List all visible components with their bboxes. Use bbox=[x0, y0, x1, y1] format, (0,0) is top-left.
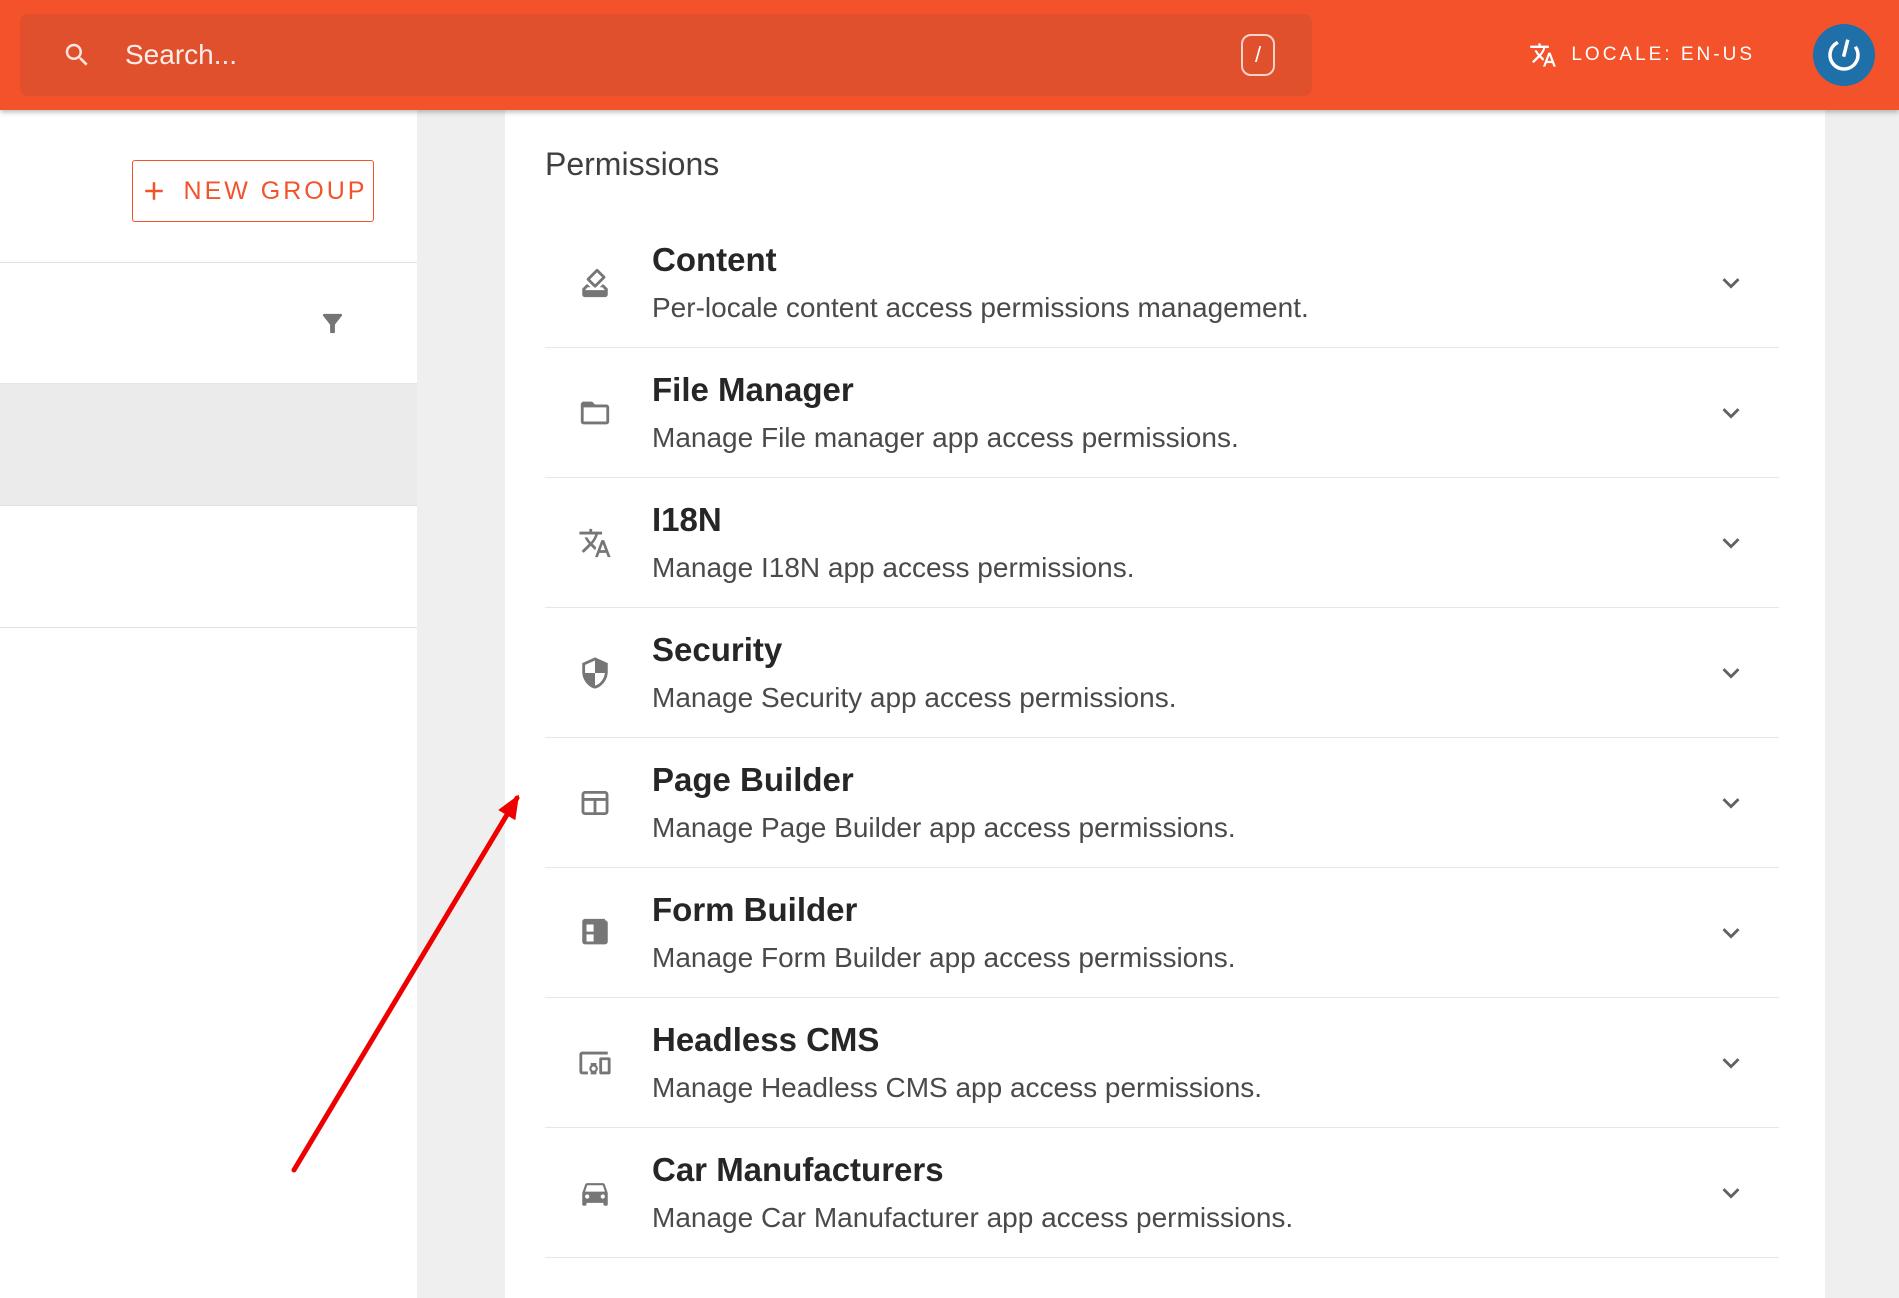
translate-icon bbox=[1529, 41, 1557, 69]
permission-description: Manage Security app access permissions. bbox=[652, 683, 1176, 714]
chevron-down-icon[interactable] bbox=[1714, 916, 1748, 950]
devices-icon bbox=[578, 1046, 612, 1080]
permission-text: Page Builder Manage Page Builder app acc… bbox=[652, 762, 1236, 844]
permissions-list: Content Per-locale content access permis… bbox=[505, 218, 1825, 1258]
security-shield-icon bbox=[578, 656, 612, 690]
translate-icon bbox=[578, 526, 612, 560]
topbar-right-group: LOCALE: EN-US bbox=[1529, 0, 1875, 110]
page-title: Permissions bbox=[505, 110, 1825, 218]
permission-section-row[interactable]: Content Per-locale content access permis… bbox=[505, 218, 1825, 348]
layout-icon bbox=[578, 786, 612, 820]
chevron-down-icon[interactable] bbox=[1714, 1176, 1748, 1210]
list-filter-bar bbox=[0, 263, 417, 384]
permission-title: Car Manufacturers bbox=[652, 1152, 1293, 1188]
permission-section-row[interactable]: Security Manage Security app access perm… bbox=[505, 608, 1825, 738]
permission-section-row[interactable]: Car Manufacturers Manage Car Manufacture… bbox=[505, 1128, 1825, 1258]
permission-text: Content Per-locale content access permis… bbox=[652, 242, 1309, 324]
permission-title: Form Builder bbox=[652, 892, 1236, 928]
permission-title: Headless CMS bbox=[652, 1022, 1262, 1058]
chevron-down-icon[interactable] bbox=[1714, 786, 1748, 820]
car-icon bbox=[578, 1176, 612, 1210]
plus-icon bbox=[139, 176, 169, 206]
sidebar-header: NEW GROUP bbox=[0, 110, 417, 263]
search-icon bbox=[62, 40, 92, 70]
permission-section-row[interactable]: File Manager Manage File manager app acc… bbox=[505, 348, 1825, 478]
permission-text: Form Builder Manage Form Builder app acc… bbox=[652, 892, 1236, 974]
permission-description: Manage I18N app access permissions. bbox=[652, 553, 1134, 584]
power-glyph-icon bbox=[1819, 30, 1870, 81]
search-input[interactable] bbox=[125, 39, 1241, 71]
chevron-down-icon[interactable] bbox=[1714, 396, 1748, 430]
ballot-icon bbox=[578, 916, 612, 950]
groups-sidebar: NEW GROUP bbox=[0, 110, 417, 1298]
permission-section-row[interactable]: I18N Manage I18N app access permissions. bbox=[505, 478, 1825, 608]
user-avatar[interactable] bbox=[1813, 24, 1875, 86]
permission-title: Security bbox=[652, 632, 1176, 668]
chevron-down-icon[interactable] bbox=[1714, 266, 1748, 300]
permission-section-row[interactable]: Page Builder Manage Page Builder app acc… bbox=[505, 738, 1825, 868]
permission-section-row[interactable]: Form Builder Manage Form Builder app acc… bbox=[505, 868, 1825, 998]
permission-text: Car Manufacturers Manage Car Manufacture… bbox=[652, 1152, 1293, 1234]
locale-menu-button[interactable]: LOCALE: EN-US bbox=[1529, 41, 1755, 69]
permission-section-row[interactable]: Headless CMS Manage Headless CMS app acc… bbox=[505, 998, 1825, 1128]
permission-title: I18N bbox=[652, 502, 1134, 538]
permission-description: Per-locale content access permissions ma… bbox=[652, 293, 1309, 324]
locale-label: LOCALE: EN-US bbox=[1571, 44, 1755, 66]
permission-text: Headless CMS Manage Headless CMS app acc… bbox=[652, 1022, 1262, 1104]
permission-title: Content bbox=[652, 242, 1309, 278]
filter-icon[interactable] bbox=[318, 309, 347, 338]
top-app-bar: / LOCALE: EN-US bbox=[0, 0, 1899, 110]
new-group-button[interactable]: NEW GROUP bbox=[132, 160, 374, 222]
permission-text: Security Manage Security app access perm… bbox=[652, 632, 1176, 714]
chevron-down-icon[interactable] bbox=[1714, 1046, 1748, 1080]
search-bar[interactable]: / bbox=[20, 14, 1312, 96]
permission-title: File Manager bbox=[652, 372, 1239, 408]
slash-shortcut-badge: / bbox=[1241, 34, 1275, 76]
permission-description: Manage File manager app access permissio… bbox=[652, 423, 1239, 454]
new-group-label: NEW GROUP bbox=[184, 177, 368, 206]
chevron-down-icon[interactable] bbox=[1714, 656, 1748, 690]
group-list-item-selected[interactable] bbox=[0, 384, 417, 506]
group-list-item[interactable] bbox=[0, 506, 417, 628]
permission-description: Manage Car Manufacturer app access permi… bbox=[652, 1203, 1293, 1234]
permission-title: Page Builder bbox=[652, 762, 1236, 798]
permission-description: Manage Headless CMS app access permissio… bbox=[652, 1073, 1262, 1104]
permission-description: Manage Page Builder app access permissio… bbox=[652, 813, 1236, 844]
chevron-down-icon[interactable] bbox=[1714, 526, 1748, 560]
how-to-vote-icon bbox=[578, 266, 612, 300]
permission-text: File Manager Manage File manager app acc… bbox=[652, 372, 1239, 454]
permission-description: Manage Form Builder app access permissio… bbox=[652, 943, 1236, 974]
permissions-panel: Permissions Content Per-locale content a… bbox=[505, 110, 1825, 1298]
permission-text: I18N Manage I18N app access permissions. bbox=[652, 502, 1134, 584]
folder-icon bbox=[578, 396, 612, 430]
